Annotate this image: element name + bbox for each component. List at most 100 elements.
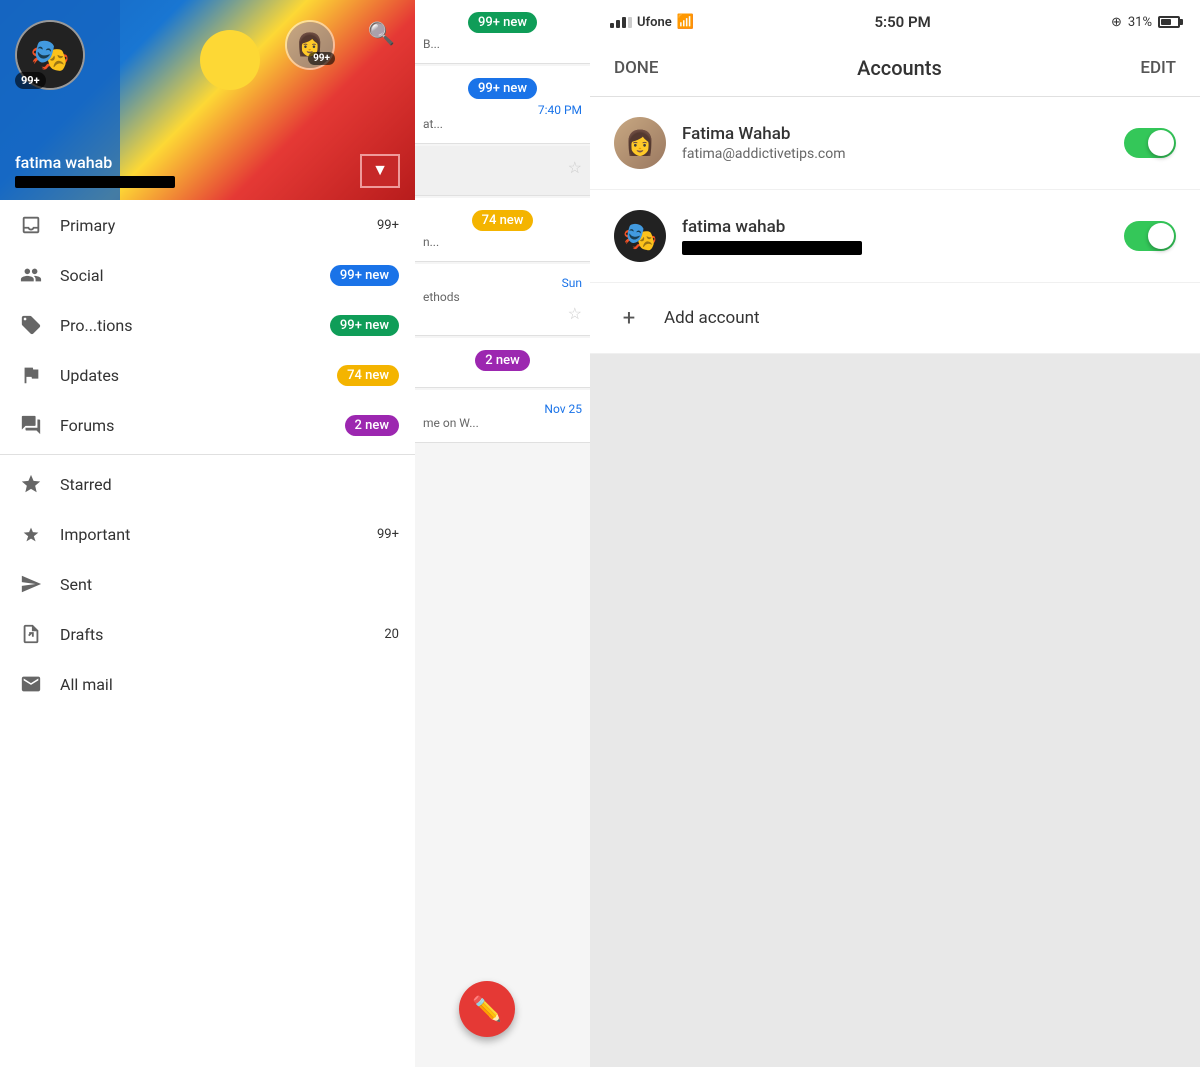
nav-badge-important: 99+ bbox=[377, 527, 399, 542]
add-account-icon: + bbox=[614, 303, 644, 333]
email-badge-1: 99+ new bbox=[468, 12, 537, 33]
email-item-2[interactable]: 99+ new 7:40 PM at... bbox=[415, 66, 590, 144]
nav-label-starred: Starred bbox=[60, 475, 399, 494]
forum-icon bbox=[16, 414, 46, 436]
nav-badge-updates: 74 new bbox=[337, 365, 399, 386]
battery-tip bbox=[1180, 19, 1183, 25]
nav-item-promotions[interactable]: Pro...tions 99+ new bbox=[0, 300, 415, 350]
status-right: ⊕ 31% bbox=[1111, 15, 1180, 30]
signal-bar-1 bbox=[610, 23, 614, 28]
account-email-1: fatima@addictivetips.com bbox=[682, 146, 1124, 162]
account-item-2: 🎭 fatima wahab bbox=[590, 190, 1200, 283]
account-name-2: fatima wahab bbox=[682, 217, 1124, 237]
email-item-1[interactable]: 99+ new B... bbox=[415, 0, 590, 64]
battery-fill bbox=[1161, 19, 1171, 25]
nav-item-starred[interactable]: Starred bbox=[0, 459, 415, 509]
email-snippet-1: B... bbox=[423, 37, 582, 51]
carrier-text: Ufone bbox=[637, 15, 672, 30]
drawer-nav: Primary 99+ Social 99+ new Pro...tions 9… bbox=[0, 200, 415, 1067]
compose-fab[interactable]: ✏️ bbox=[459, 981, 515, 1037]
accounts-title: Accounts bbox=[857, 56, 942, 80]
status-time: 5:50 PM bbox=[874, 13, 930, 31]
nav-label-primary: Primary bbox=[60, 216, 377, 235]
nav-badge-drafts: 20 bbox=[384, 627, 399, 642]
nav-label-updates: Updates bbox=[60, 366, 337, 385]
secondary-badge: 99+ bbox=[308, 52, 335, 65]
nav-item-social[interactable]: Social 99+ new bbox=[0, 250, 415, 300]
email-time-7: Nov 25 bbox=[423, 402, 582, 416]
nav-label-allmail: All mail bbox=[60, 675, 399, 694]
account-toggle-2[interactable] bbox=[1124, 221, 1176, 251]
add-account-row[interactable]: + Add account bbox=[590, 283, 1200, 354]
nav-item-important[interactable]: Important 99+ bbox=[0, 509, 415, 559]
email-snippet-2: at... bbox=[423, 117, 582, 131]
nav-badge-primary: 99+ bbox=[377, 218, 399, 233]
star-icon bbox=[16, 473, 46, 495]
star-icon-3[interactable]: ☆ bbox=[423, 158, 582, 177]
left-panel: 🎭 99+ 👩 99+ 🔍 fatima wahab ▼ bbox=[0, 0, 590, 1067]
gmail-drawer: 🎭 99+ 👩 99+ 🔍 fatima wahab ▼ bbox=[0, 0, 415, 1067]
signal-bar-2 bbox=[616, 20, 620, 28]
email-item-6[interactable]: 2 new bbox=[415, 338, 590, 388]
email-time-5: Sun bbox=[423, 276, 582, 290]
toggle-knob-1 bbox=[1148, 130, 1174, 156]
nav-badge-promotions: 99+ new bbox=[330, 315, 399, 336]
nav-badge-social: 99+ new bbox=[330, 265, 399, 286]
account-name-1: Fatima Wahab bbox=[682, 124, 1124, 144]
nav-label-promotions: Pro...tions bbox=[60, 316, 330, 335]
inbox-icon bbox=[16, 214, 46, 236]
account-info-2: fatima wahab bbox=[682, 217, 1124, 255]
email-item-7[interactable]: Nov 25 me on W... bbox=[415, 390, 590, 443]
account-dropdown-button[interactable]: ▼ bbox=[360, 154, 400, 188]
star-icon-5[interactable]: ☆ bbox=[423, 304, 582, 323]
tag-icon bbox=[16, 314, 46, 336]
nav-item-drafts[interactable]: Drafts 20 bbox=[0, 609, 415, 659]
nav-label-social: Social bbox=[60, 266, 330, 285]
drafts-icon bbox=[16, 623, 46, 645]
email-badge-2: 99+ new bbox=[468, 78, 537, 99]
account-info-1: Fatima Wahab fatima@addictivetips.com bbox=[682, 124, 1124, 162]
nav-item-allmail[interactable]: All mail bbox=[0, 659, 415, 709]
nav-label-important: Important bbox=[60, 525, 377, 544]
email-badge-4: 74 new bbox=[472, 210, 534, 231]
email-item-4[interactable]: 74 new n... bbox=[415, 198, 590, 262]
drawer-header: 🎭 99+ 👩 99+ 🔍 fatima wahab ▼ bbox=[0, 0, 415, 200]
account-toggle-1[interactable] bbox=[1124, 128, 1176, 158]
location-icon: ⊕ bbox=[1111, 15, 1122, 30]
account-avatar-2: 🎭 bbox=[614, 210, 666, 262]
nav-item-sent[interactable]: Sent bbox=[0, 559, 415, 609]
email-snippet-5: ethods bbox=[423, 290, 582, 304]
email-item-5[interactable]: Sun ethods ☆ bbox=[415, 264, 590, 336]
accounts-empty-space bbox=[590, 354, 1200, 1067]
status-left: Ufone 📶 bbox=[610, 14, 694, 30]
email-time-2: 7:40 PM bbox=[423, 103, 582, 117]
accounts-header: DONE Accounts EDIT bbox=[590, 44, 1200, 97]
wifi-icon: 📶 bbox=[677, 14, 694, 30]
email-item-3[interactable]: ☆ bbox=[415, 146, 590, 196]
flag-icon bbox=[16, 364, 46, 386]
nav-label-drafts: Drafts bbox=[60, 625, 384, 644]
nav-item-primary[interactable]: Primary 99+ bbox=[0, 200, 415, 250]
edit-button[interactable]: EDIT bbox=[1140, 58, 1176, 78]
status-bar: Ufone 📶 5:50 PM ⊕ 31% bbox=[590, 0, 1200, 44]
sent-icon bbox=[16, 573, 46, 595]
add-account-label: Add account bbox=[664, 308, 760, 328]
search-icon[interactable]: 🔍 bbox=[368, 22, 395, 47]
account-item-1: 👩 Fatima Wahab fatima@addictivetips.com bbox=[590, 97, 1200, 190]
signal-bar-3 bbox=[622, 17, 626, 28]
drawer-email-redacted bbox=[15, 176, 175, 188]
nav-item-updates[interactable]: Updates 74 new bbox=[0, 350, 415, 400]
email-snippet-4: n... bbox=[423, 235, 582, 249]
email-list-strip: 99+ new B... 99+ new 7:40 PM at... ☆ 74 … bbox=[415, 0, 590, 1067]
nav-label-forums: Forums bbox=[60, 416, 345, 435]
email-snippet-7: me on W... bbox=[423, 416, 582, 430]
nav-item-forums[interactable]: Forums 2 new bbox=[0, 400, 415, 450]
account-avatar-1: 👩 bbox=[614, 117, 666, 169]
toggle-knob-2 bbox=[1148, 223, 1174, 249]
nav-label-sent: Sent bbox=[60, 575, 399, 594]
allmail-icon bbox=[16, 673, 46, 695]
nav-divider-1 bbox=[0, 454, 415, 455]
nav-badge-forums: 2 new bbox=[345, 415, 399, 436]
done-button[interactable]: DONE bbox=[614, 58, 658, 78]
battery-icon bbox=[1158, 16, 1180, 28]
